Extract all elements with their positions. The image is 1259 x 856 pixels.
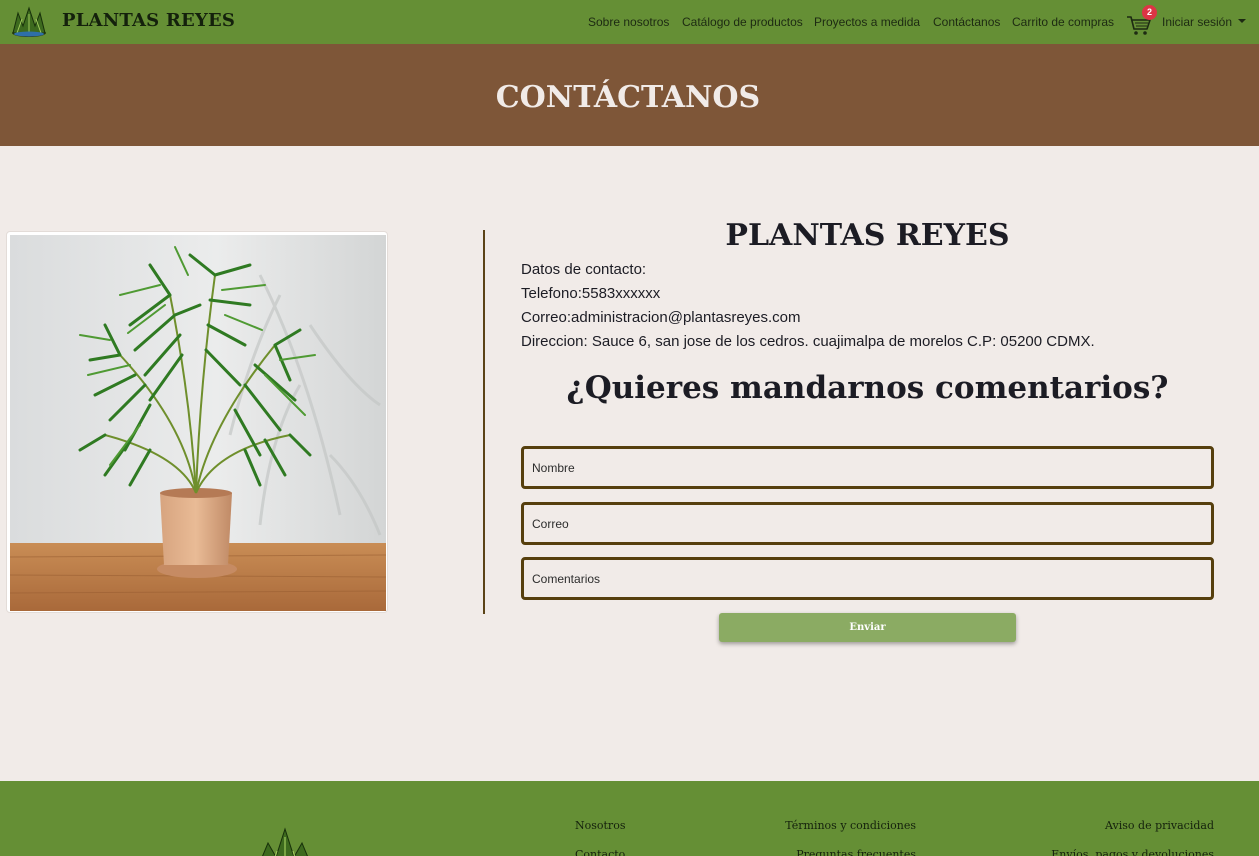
comments-heading: ¿Quieres mandarnos comentarios? xyxy=(566,370,1169,406)
email-input[interactable] xyxy=(521,502,1214,545)
chevron-down-icon[interactable] xyxy=(1238,19,1246,23)
brand-name[interactable]: PLANTAS REYES xyxy=(62,10,235,31)
footer-link-about[interactable]: Nosotros xyxy=(575,819,625,832)
nav-link-contact[interactable]: Contáctanos xyxy=(933,15,1000,29)
nav-link-catalog[interactable]: Catálogo de productos xyxy=(682,15,803,29)
navbar: PLANTAS REYES Sobre nosotros Catálogo de… xyxy=(0,0,1259,44)
contact-heading: Datos de contacto: xyxy=(521,261,647,278)
footer-link-terms[interactable]: Términos y condiciones xyxy=(785,819,916,832)
contact-phone: Telefono:5583xxxxxx xyxy=(521,285,661,302)
plant-logo-icon xyxy=(262,827,308,856)
nav-link-about[interactable]: Sobre nosotros xyxy=(588,15,669,29)
footer: Nosotros Contacto Términos y condiciones… xyxy=(0,781,1259,856)
submit-button[interactable]: Enviar xyxy=(719,613,1016,642)
nav-link-cart[interactable]: Carrito de compras xyxy=(1012,15,1114,29)
footer-link-privacy[interactable]: Aviso de privacidad xyxy=(1105,819,1214,832)
name-input[interactable] xyxy=(521,446,1214,489)
page-banner: CONTÁCTANOS xyxy=(0,44,1259,146)
footer-link-faq[interactable]: Preguntas frecuentes xyxy=(796,848,916,856)
plant-logo-icon[interactable] xyxy=(9,4,49,40)
comments-input[interactable] xyxy=(521,557,1214,600)
footer-link-contact[interactable]: Contacto xyxy=(575,848,625,856)
login-dropdown[interactable]: Iniciar sesión xyxy=(1162,15,1232,29)
cart-count-badge: 2 xyxy=(1142,5,1157,20)
contact-address: Direccion: Sauce 6, san jose de los cedr… xyxy=(521,333,1095,350)
footer-link-shipping[interactable]: Envíos, pagos y devoluciones xyxy=(1051,848,1214,856)
vertical-divider xyxy=(483,230,485,614)
plant-photo xyxy=(10,235,386,611)
company-name-heading: PLANTAS REYES xyxy=(725,218,1010,253)
nav-link-custom-projects[interactable]: Proyectos a medida xyxy=(814,15,920,29)
contact-email: Correo:administracion@plantasreyes.com xyxy=(521,309,801,326)
page-title: CONTÁCTANOS xyxy=(495,80,761,115)
plant-photo-frame xyxy=(6,231,388,613)
